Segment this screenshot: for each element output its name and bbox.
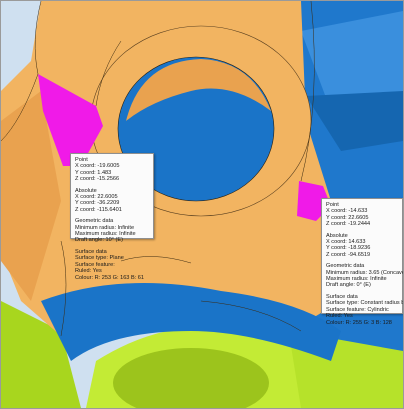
tooltip-group-surface: Surface data Surface type: Plane Surface…: [75, 249, 149, 281]
tooltip-group-surface: Surface data Surface type: Constant radi…: [326, 294, 403, 326]
tooltip-line: Z coord: -115.6401: [75, 206, 122, 213]
tooltip-group-point: Point X coord: -14.633 Y coord: 22.6605 …: [326, 202, 398, 228]
tooltip-line: Colour: R: 253 G: 163 B: 61: [75, 274, 145, 281]
tooltip-line: Surface type: Constant radius blend: [326, 300, 403, 307]
tooltip-line: Z coord: -15.2566: [75, 176, 120, 183]
screenshot-frame: Point X coord: -19.6005 Y coord: 1.483 Z…: [0, 0, 404, 409]
tooltip-group-point: Point X coord: -19.6005 Y coord: 1.483 Z…: [75, 157, 149, 183]
tooltip-group-geometric: Geometric data Minimum radius: Infinite …: [75, 218, 149, 244]
tooltip-line: Z coord: -94.6519: [326, 251, 371, 258]
tooltip-group-absolute: Absolute X coord: 14.633 Y coord: -18.92…: [326, 233, 398, 259]
tooltip-line: Colour: R: 255 G: 3 B: 128: [326, 319, 392, 326]
tooltip-group-absolute: Absolute X coord: 22.6005 Y coord: -36.2…: [75, 188, 149, 214]
tooltip-line: Z coord: -19.2444: [326, 221, 371, 228]
tooltip-line: Draft angle: 0° (E): [326, 282, 371, 289]
surface-info-tooltip-left: Point X coord: -19.6005 Y coord: 1.483 Z…: [70, 153, 154, 281]
surface-info-tooltip-right: Point X coord: -14.633 Y coord: 22.6605 …: [321, 198, 403, 326]
tooltip-group-geometric: Geometric data Minimum radius: 3.65 (Con…: [326, 263, 403, 289]
tooltip-line: Draft angle: 10° (E): [75, 237, 123, 244]
